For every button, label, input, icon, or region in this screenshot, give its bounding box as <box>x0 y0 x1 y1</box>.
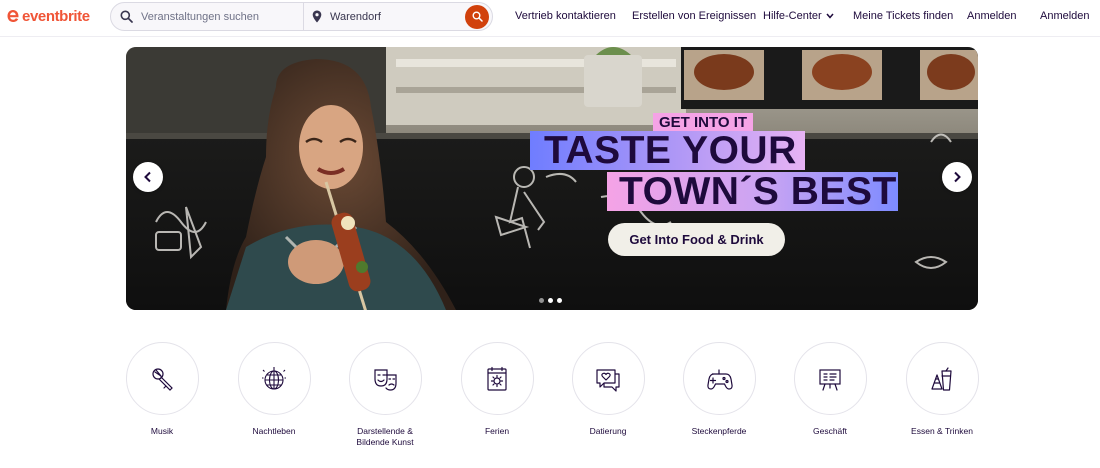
category-circle <box>460 342 534 415</box>
category-musik[interactable]: Musik <box>117 342 207 437</box>
carousel-dot-1[interactable] <box>539 298 544 303</box>
category-geschaeft[interactable]: Geschäft <box>785 342 875 437</box>
category-circle <box>793 342 867 415</box>
search-icon <box>111 3 141 30</box>
chevron-right-icon <box>954 171 961 183</box>
category-circle <box>682 342 756 415</box>
theater-masks-icon <box>374 368 397 391</box>
chevron-down-icon <box>826 13 834 19</box>
category-list: Musik Nachtleben Darstellende & Bildende… <box>125 342 979 452</box>
eventbrite-logo[interactable]: eventbrite <box>7 7 90 25</box>
search-submit-button[interactable] <box>465 4 489 29</box>
disco-ball-icon <box>262 366 286 390</box>
nav-login[interactable]: Anmelden <box>967 10 1017 22</box>
category-label: Nachtleben <box>252 426 296 436</box>
category-darstellende-kunst[interactable]: Darstellende & Bildende Kunst <box>340 342 430 448</box>
category-essen-trinken[interactable]: Essen & Trinken <box>897 342 987 437</box>
microphone-icon <box>152 367 173 391</box>
category-nachtleben[interactable]: Nachtleben <box>229 342 319 437</box>
gamepad-icon <box>707 368 733 390</box>
nav-help-center[interactable]: Hilfe-Center <box>763 10 834 22</box>
presentation-board-icon <box>819 368 841 391</box>
hero-headline-line1: TASTE YOUR <box>530 131 805 170</box>
category-label: Musik <box>150 426 174 436</box>
category-label: Steckenpferde <box>691 426 747 436</box>
nav-contact-sales[interactable]: Vertrieb kontaktieren <box>515 10 616 22</box>
brand-wordmark: eventbrite <box>22 7 90 25</box>
category-circle <box>348 342 422 415</box>
category-label: Ferien <box>484 426 510 436</box>
hero-cta-button[interactable]: Get Into Food & Drink <box>608 223 785 256</box>
nav-signup[interactable]: Anmelden <box>1040 10 1090 22</box>
nav-find-tickets[interactable]: Meine Tickets finden <box>853 10 953 22</box>
category-datierung[interactable]: Datierung <box>563 342 653 437</box>
food-drink-icon <box>931 366 952 391</box>
eventbrite-logo-mark-icon <box>7 10 19 22</box>
category-label: Darstellende & Bildende Kunst <box>356 426 414 447</box>
hero-headline-line2: TOWN´S BEST <box>607 172 898 211</box>
carousel-dot-3[interactable] <box>557 298 562 303</box>
category-circle <box>571 342 645 415</box>
search-input[interactable] <box>141 3 303 30</box>
help-center-label: Hilfe-Center <box>763 10 822 22</box>
carousel-dot-2[interactable] <box>548 298 553 303</box>
chat-heart-icon <box>596 368 620 392</box>
chevron-left-icon <box>144 171 151 183</box>
category-label: Essen & Trinken <box>911 426 973 436</box>
calendar-sun-icon <box>487 366 507 391</box>
location-input[interactable] <box>330 3 464 30</box>
carousel-indicators <box>539 298 562 303</box>
top-navigation-bar: eventbrite Vertrieb kontaktieren Erstell… <box>0 0 1100 37</box>
category-circle <box>905 342 979 415</box>
hero-carousel: GET INTO IT TASTE YOUR TOWN´S BEST Get I… <box>126 47 978 310</box>
category-label: Datierung <box>589 426 627 436</box>
category-circle <box>237 342 311 415</box>
carousel-next-button[interactable] <box>942 162 972 192</box>
category-ferien[interactable]: Ferien <box>452 342 542 437</box>
category-circle <box>125 342 199 415</box>
search-bar <box>110 2 493 31</box>
category-steckenpferde[interactable]: Steckenpferde <box>674 342 764 437</box>
location-pin-icon <box>304 3 330 30</box>
carousel-prev-button[interactable] <box>133 162 163 192</box>
category-label: Geschäft <box>812 426 848 436</box>
nav-create-events[interactable]: Erstellen von Ereignissen <box>632 10 756 22</box>
search-submit-icon <box>472 11 483 22</box>
